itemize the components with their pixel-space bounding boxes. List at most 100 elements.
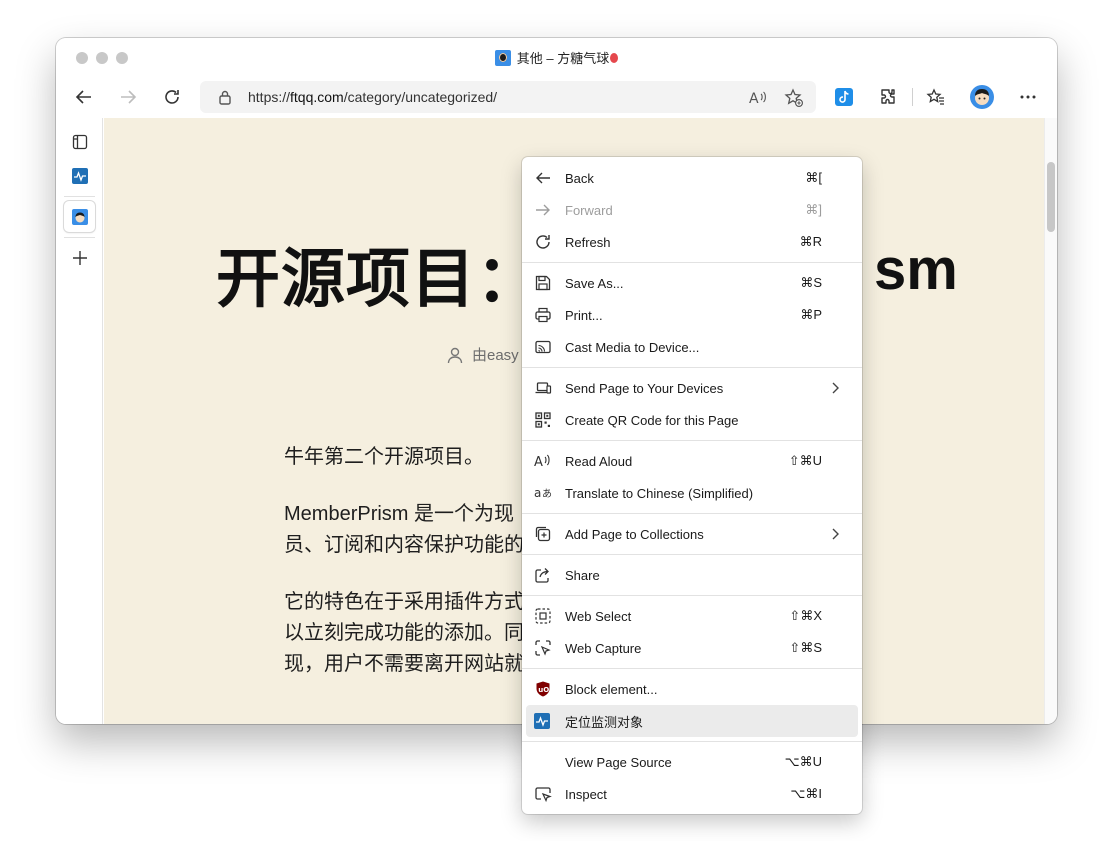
address-bar[interactable]: https://ftqq.com/category/uncategorized/… xyxy=(200,81,816,113)
plus-icon xyxy=(72,250,87,265)
url-host: ftqq.com xyxy=(290,89,344,105)
refresh-button[interactable] xyxy=(156,82,188,112)
menu-item-save-as[interactable]: Save As... ⌘S xyxy=(526,267,858,299)
lock-icon[interactable] xyxy=(218,89,232,105)
url-prefix: https:// xyxy=(248,89,291,105)
paragraph-3-line-3: 现，用户不需要离开网站就 xyxy=(284,653,524,675)
paragraph-1: 牛年第二个开源项目。 xyxy=(284,446,484,468)
tab-panel-icon xyxy=(72,134,87,149)
menu-item-shortcut: ⇧⌘S xyxy=(789,640,822,655)
menu-item-label: Add Page to Collections xyxy=(565,526,704,542)
balloon-icon xyxy=(610,53,619,63)
menu-item-translate[interactable]: aあ Translate to Chinese (Simplified) xyxy=(526,477,858,509)
menu-separator xyxy=(522,554,862,555)
menu-item-shortcut: ⌘[ xyxy=(805,170,822,185)
read-aloud-icon[interactable]: A xyxy=(748,89,768,107)
vertical-tab-sidebar xyxy=(56,118,103,724)
svg-text:あ: あ xyxy=(542,488,552,500)
web-capture-icon xyxy=(535,640,551,656)
forward-button[interactable] xyxy=(112,82,144,112)
toolbar: https://ftqq.com/category/uncategorized/… xyxy=(56,76,1057,118)
ublock-icon: uO xyxy=(536,681,550,697)
svg-text:A: A xyxy=(534,455,543,470)
profile-button[interactable] xyxy=(966,82,998,112)
menu-item-label: Create QR Code for this Page xyxy=(565,412,739,428)
menu-item-label: Back xyxy=(565,170,594,186)
menu-item-label: Send Page to Your Devices xyxy=(565,380,724,396)
window-title-text: 其他 – 方糖气球 xyxy=(516,51,610,66)
cast-icon xyxy=(535,340,551,354)
menu-item-shortcut: ⇧⌘U xyxy=(788,453,822,468)
menu-item-label: Refresh xyxy=(565,234,611,250)
settings-more-button[interactable] xyxy=(1012,82,1044,112)
paragraph-2-line-2: 员、订阅和内容保护功能的 xyxy=(284,534,524,556)
menu-item-add-to-collections[interactable]: Add Page to Collections xyxy=(526,518,858,550)
svg-text:a: a xyxy=(534,486,541,500)
extensions-button[interactable] xyxy=(872,82,904,112)
menu-item-refresh[interactable]: Refresh ⌘R xyxy=(526,226,858,258)
menu-item-view-source[interactable]: View Page Source ⌥⌘U xyxy=(526,746,858,778)
favorites-button[interactable] xyxy=(920,82,952,112)
menu-item-create-qr[interactable]: Create QR Code for this Page xyxy=(526,404,858,436)
arrow-right-icon xyxy=(536,204,550,216)
tab-actions-button[interactable] xyxy=(64,126,95,157)
more-dots-icon xyxy=(1020,95,1036,99)
collections-icon xyxy=(535,526,551,542)
menu-item-read-aloud[interactable]: A Read Aloud ⇧⌘U xyxy=(526,445,858,477)
post-author[interactable]: 由easy xyxy=(472,344,519,365)
menu-item-locate-monitor[interactable]: 定位监测对象 xyxy=(526,705,858,737)
menu-item-send-page[interactable]: Send Page to Your Devices xyxy=(526,372,858,404)
page-title-tail: sm xyxy=(874,237,958,302)
save-icon xyxy=(535,275,551,291)
back-button[interactable] xyxy=(68,82,100,112)
extension-douyin-button[interactable] xyxy=(828,82,860,112)
read-aloud-icon: A xyxy=(534,454,550,470)
devices-icon xyxy=(535,382,552,394)
post-meta: 由easy xyxy=(446,344,519,365)
inspect-icon xyxy=(535,787,552,803)
menu-separator xyxy=(522,262,862,263)
user-icon xyxy=(447,347,463,363)
menu-item-print[interactable]: Print... ⌘P xyxy=(526,299,858,331)
page-title: 开源项目： xyxy=(216,243,541,315)
menu-item-back[interactable]: Back ⌘[ xyxy=(526,162,858,194)
paragraph-3-line-2: 以立刻完成功能的添加。同 xyxy=(284,622,524,644)
scrollbar-thumb[interactable] xyxy=(1047,162,1055,232)
title-bar: 其他 – 方糖气球 xyxy=(56,38,1057,76)
menu-item-block-element[interactable]: uO Block element... xyxy=(526,673,858,705)
menu-item-cast-media[interactable]: Cast Media to Device... xyxy=(526,331,858,363)
monitor-pulse-icon xyxy=(534,713,550,729)
page-scrollbar[interactable] xyxy=(1044,118,1057,724)
menu-item-shortcut: ⇧⌘X xyxy=(789,608,822,623)
new-tab-button[interactable] xyxy=(64,242,95,273)
sidebar-divider xyxy=(64,237,95,238)
monitor-pulse-icon xyxy=(71,167,88,184)
add-favorite-icon[interactable] xyxy=(784,88,804,108)
menu-separator xyxy=(522,440,862,441)
menu-item-web-select[interactable]: Web Select ⇧⌘X xyxy=(526,600,858,632)
menu-separator xyxy=(522,513,862,514)
menu-separator xyxy=(522,668,862,669)
menu-item-shortcut: ⌘S xyxy=(800,275,822,290)
sidebar-tab-monitor[interactable] xyxy=(64,160,95,191)
menu-separator xyxy=(522,367,862,368)
menu-item-label: Translate to Chinese (Simplified) xyxy=(565,485,754,501)
sidebar-tab-ftqq[interactable] xyxy=(64,201,95,232)
refresh-icon xyxy=(165,90,179,104)
menu-item-web-capture[interactable]: Web Capture ⇧⌘S xyxy=(526,632,858,664)
sidebar-divider xyxy=(64,196,95,197)
menu-item-forward[interactable]: Forward ⌘] xyxy=(526,194,858,226)
menu-item-share[interactable]: Share xyxy=(526,559,858,591)
menu-item-label: Read Aloud xyxy=(565,453,633,469)
context-menu: Back ⌘[ Forward ⌘] Refresh ⌘R Save As...… xyxy=(522,157,862,814)
svg-text:A: A xyxy=(749,91,759,107)
url-text[interactable]: https://ftqq.com/category/uncategorized/ xyxy=(248,89,497,105)
menu-separator xyxy=(522,741,862,742)
menu-item-shortcut: ⌘R xyxy=(799,234,822,249)
menu-item-inspect[interactable]: Inspect ⌥⌘I xyxy=(526,778,858,810)
menu-item-label: Web Select xyxy=(565,608,632,624)
svg-text:uO: uO xyxy=(538,686,549,694)
arrow-right-icon xyxy=(121,90,137,104)
arrow-left-icon xyxy=(75,90,91,104)
site-favicon-icon xyxy=(494,50,511,66)
